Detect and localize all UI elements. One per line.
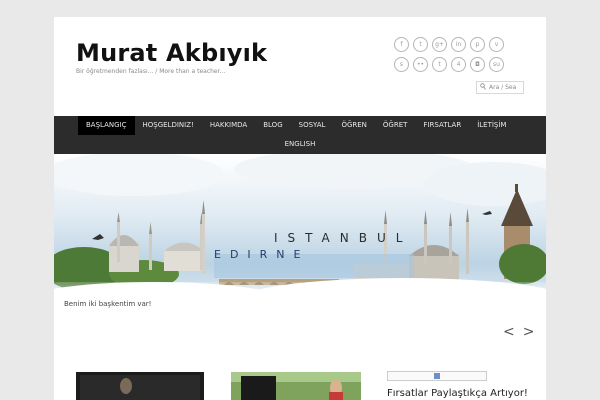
banner-word-edirne: EDIRNE <box>214 248 310 261</box>
nav-item[interactable]: ÖĞREN <box>333 116 374 135</box>
flickr-icon[interactable]: •• <box>413 57 428 72</box>
googleplus-icon[interactable]: g+ <box>432 37 447 52</box>
banner-word-istanbul: ISTANBUL <box>274 231 412 245</box>
skype-icon[interactable]: s <box>394 57 409 72</box>
social-icons: f t g+ in p v s •• t 4 ◘ su <box>394 37 526 77</box>
slider-next-button[interactable]: > <box>523 324 535 337</box>
post-thumbnail[interactable] <box>231 372 361 400</box>
nav-item[interactable]: HAKKIMDA <box>202 116 255 135</box>
slider-prev-button[interactable]: < <box>503 324 515 337</box>
facebook-icon[interactable]: f <box>394 37 409 52</box>
vimeo-icon[interactable]: v <box>489 37 504 52</box>
stumbleupon-icon[interactable]: su <box>489 57 504 72</box>
nav-item-english[interactable]: ENGLISH <box>277 135 324 154</box>
linkedin-icon[interactable]: in <box>451 37 466 52</box>
image-placeholder-icon <box>434 373 440 379</box>
tumblr-icon[interactable]: t <box>432 57 447 72</box>
nav-item[interactable]: FIRSATLAR <box>415 116 469 135</box>
nav-item[interactable]: BLOG <box>255 116 290 135</box>
nav-item[interactable]: SOSYAL <box>291 116 334 135</box>
nav-item[interactable]: İLETİŞİM <box>469 116 514 135</box>
post-thumbnail[interactable] <box>76 372 204 400</box>
nav-item[interactable]: ÖĞRET <box>375 116 416 135</box>
widget-image <box>387 371 487 381</box>
search-input[interactable]: Ara / Sea <box>476 81 524 94</box>
site-title[interactable]: Murat Akbıyık <box>76 39 267 67</box>
pinterest-icon[interactable]: p <box>470 37 485 52</box>
search-icon <box>480 83 486 92</box>
twitter-icon[interactable]: t <box>413 37 428 52</box>
nav-item[interactable]: HOŞGELDINIZ! <box>135 116 202 135</box>
widget-title[interactable]: Fırsatlar Paylaştıkça Artıyor! <box>387 388 528 399</box>
nav-item[interactable]: BAŞLANGIÇ <box>78 116 135 135</box>
slide-caption: Benim iki başkentim var! <box>58 297 158 311</box>
image-slider: ISTANBUL EDIRNE Benim iki başkentim var!… <box>54 154 546 337</box>
page-container: Murat Akbıyık Bir öğretmenden fazlası...… <box>54 17 546 400</box>
main-navigation: BAŞLANGIÇ HOŞGELDINIZ! HAKKIMDA BLOG SOSYAL Ö… <box>54 116 546 154</box>
site-tagline: Bir öğretmenden fazlası... / More than a… <box>76 68 226 75</box>
instagram-icon[interactable]: ◘ <box>470 57 485 72</box>
slider-arrows: < > <box>503 324 534 337</box>
foursquare-icon[interactable]: 4 <box>451 57 466 72</box>
search-placeholder: Ara / Sea <box>489 84 517 91</box>
